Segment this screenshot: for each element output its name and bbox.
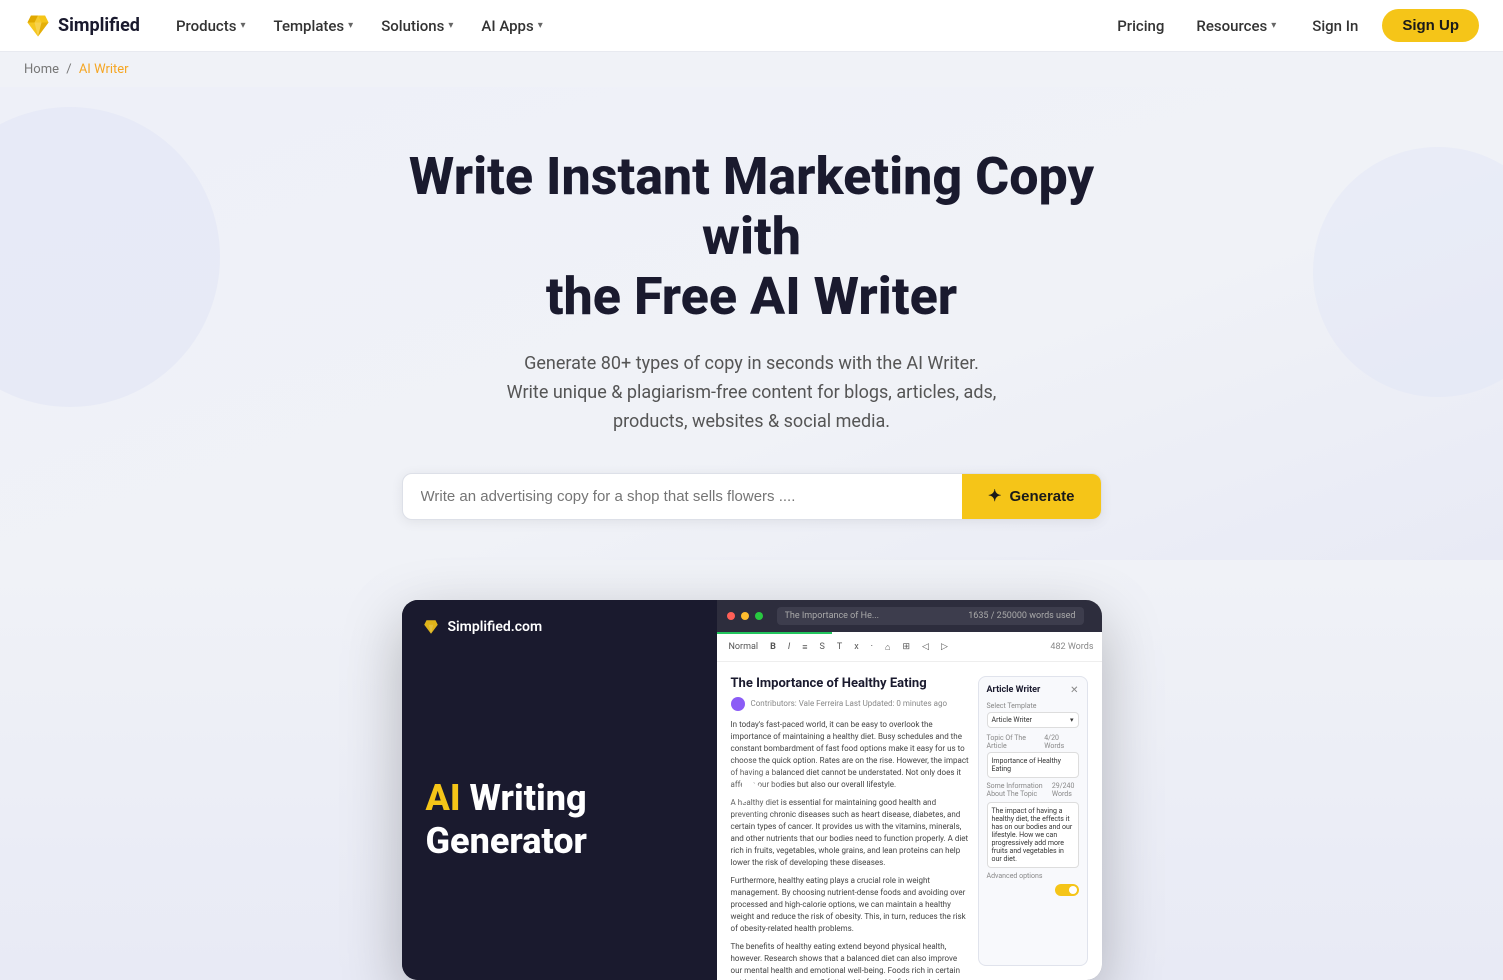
resources-chevron-icon: ▾ bbox=[1271, 20, 1276, 31]
author-avatar bbox=[731, 697, 745, 711]
logo-icon bbox=[24, 12, 52, 40]
video-left-panel: Simplified.com AI WritingGenerator bbox=[402, 600, 752, 980]
video-section: Simplified.com AI WritingGenerator The I… bbox=[0, 560, 1503, 980]
ai-select-label: Select Template bbox=[987, 702, 1079, 710]
search-input[interactable] bbox=[403, 474, 963, 519]
toolbar-strike[interactable]: S bbox=[815, 640, 828, 654]
nav-signup-button[interactable]: Sign Up bbox=[1382, 9, 1479, 42]
editor-word-count: 482 Words bbox=[1050, 642, 1093, 652]
magic-icon: ✦ bbox=[988, 486, 1001, 506]
nav-ai-apps[interactable]: AI Apps ▾ bbox=[469, 11, 554, 41]
search-bar: ✦ Generate bbox=[402, 473, 1102, 520]
nav-solutions[interactable]: Solutions ▾ bbox=[369, 11, 465, 41]
video-container: Simplified.com AI WritingGenerator The I… bbox=[402, 600, 1102, 980]
hero-content: Write Instant Marketing Copy with the Fr… bbox=[24, 147, 1479, 520]
editor-meta: Contributors: Vale Ferreira Last Updated… bbox=[731, 697, 970, 711]
ai-apps-chevron-icon: ▾ bbox=[538, 20, 543, 31]
breadcrumb-separator: / bbox=[66, 62, 71, 77]
nav-products[interactable]: Products ▾ bbox=[164, 11, 258, 41]
toolbar-subscript[interactable]: x bbox=[850, 640, 862, 654]
nav-pricing[interactable]: Pricing bbox=[1105, 11, 1176, 41]
editor-heading: The Importance of Healthy Eating bbox=[731, 676, 970, 691]
editor-word-counter: 1635 / 250000 words used bbox=[968, 611, 1075, 621]
editor-para-4: The benefits of healthy eating extend be… bbox=[731, 941, 970, 980]
breadcrumb-current: AI Writer bbox=[79, 62, 129, 77]
nav-right: Pricing Resources ▾ Sign In Sign Up bbox=[1105, 9, 1479, 42]
ai-info-row: Some Information About The Topic 29/240 … bbox=[987, 782, 1079, 798]
editor-title-bar: The Importance of He... 1635 / 250000 wo… bbox=[777, 607, 1084, 625]
editor-main-content: The Importance of Healthy Eating Contrib… bbox=[731, 676, 970, 966]
nav-templates[interactable]: Templates ▾ bbox=[262, 11, 366, 41]
toolbar-list[interactable]: ≡ bbox=[798, 640, 811, 655]
breadcrumb: Home / AI Writer bbox=[0, 52, 1503, 87]
toolbar-normal[interactable]: Normal bbox=[725, 640, 763, 654]
play-triangle-icon bbox=[742, 776, 766, 804]
hero-title: Write Instant Marketing Copy with the Fr… bbox=[362, 147, 1142, 326]
toolbar-link[interactable]: ⌂ bbox=[881, 640, 894, 655]
hero-section: Write Instant Marketing Copy with the Fr… bbox=[0, 87, 1503, 560]
toolbar-font[interactable]: T bbox=[833, 640, 846, 654]
toolbar-redo[interactable]: ▷ bbox=[937, 640, 952, 654]
solutions-chevron-icon: ▾ bbox=[448, 20, 453, 31]
ai-advanced-label: Advanced options bbox=[987, 872, 1079, 880]
toolbar-table[interactable]: ⊞ bbox=[898, 640, 914, 654]
templates-chevron-icon: ▾ bbox=[348, 20, 353, 31]
ai-panel: Article Writer ✕ Select Template Article… bbox=[978, 676, 1088, 966]
play-button[interactable] bbox=[722, 760, 782, 820]
ai-panel-header: Article Writer ✕ bbox=[987, 685, 1079, 696]
ai-info-label: Some Information About The Topic bbox=[987, 782, 1052, 798]
hero-title-line1: Write Instant Marketing Copy with bbox=[409, 146, 1094, 267]
ai-topic-count: 4/20 Words bbox=[1044, 734, 1078, 750]
logo-text: Simplified bbox=[58, 15, 140, 36]
editor-doc-title: The Importance of He... bbox=[785, 611, 879, 621]
hero-subtitle: Generate 80+ types of copy in seconds wi… bbox=[452, 350, 1052, 436]
window-close-dot bbox=[727, 612, 735, 620]
ai-template-select[interactable]: Article Writer ▾ bbox=[987, 712, 1079, 728]
ai-panel-close-icon[interactable]: ✕ bbox=[1070, 685, 1078, 696]
ai-info-count: 29/240 Words bbox=[1052, 782, 1079, 798]
editor-body: The Importance of Healthy Eating Contrib… bbox=[717, 662, 1102, 980]
hero-title-line2: the Free AI Writer bbox=[546, 266, 957, 327]
toolbar-undo[interactable]: ◁ bbox=[918, 640, 933, 654]
ai-topic-row: Topic Of The Article 4/20 Words bbox=[987, 734, 1079, 750]
breadcrumb-home[interactable]: Home bbox=[24, 62, 59, 77]
video-ai-label: AI bbox=[426, 777, 461, 819]
nav-resources[interactable]: Resources ▾ bbox=[1184, 11, 1288, 41]
toolbar-bullet[interactable]: · bbox=[867, 640, 877, 654]
toolbar-italic[interactable]: I bbox=[784, 640, 794, 654]
window-maximize-dot bbox=[755, 612, 763, 620]
navbar: Simplified Products ▾ Templates ▾ Soluti… bbox=[0, 0, 1503, 52]
video-title: AI WritingGenerator bbox=[426, 777, 728, 863]
nav-links: Products ▾ Templates ▾ Solutions ▾ AI Ap… bbox=[164, 11, 1105, 41]
ai-topic-label: Topic Of The Article bbox=[987, 734, 1045, 750]
products-chevron-icon: ▾ bbox=[240, 20, 245, 31]
window-minimize-dot bbox=[741, 612, 749, 620]
ai-info-input[interactable]: The impact of having a healthy diet, the… bbox=[987, 802, 1079, 868]
select-chevron-icon: ▾ bbox=[1070, 716, 1074, 724]
editor-topbar: The Importance of He... 1635 / 250000 wo… bbox=[717, 600, 1102, 632]
toolbar-bold[interactable]: B bbox=[766, 640, 780, 654]
generate-button[interactable]: ✦ Generate bbox=[962, 474, 1100, 519]
video-brand-name: Simplified.com bbox=[448, 619, 543, 635]
editor-para-3: Furthermore, healthy eating plays a cruc… bbox=[731, 875, 970, 935]
video-brand: Simplified.com bbox=[422, 618, 543, 636]
ai-panel-title: Article Writer bbox=[987, 685, 1041, 695]
logo-link[interactable]: Simplified bbox=[24, 12, 140, 40]
ai-toggle[interactable] bbox=[1055, 884, 1079, 896]
editor-toolbar: Normal B I ≡ S T x · ⌂ ⊞ ◁ ▷ 482 Words bbox=[717, 634, 1102, 662]
nav-signin[interactable]: Sign In bbox=[1296, 11, 1374, 41]
editor-meta-text: Contributors: Vale Ferreira Last Updated… bbox=[751, 699, 948, 708]
ai-topic-input[interactable]: Importance of Healthy Eating bbox=[987, 752, 1079, 778]
video-logo-icon bbox=[422, 618, 440, 636]
